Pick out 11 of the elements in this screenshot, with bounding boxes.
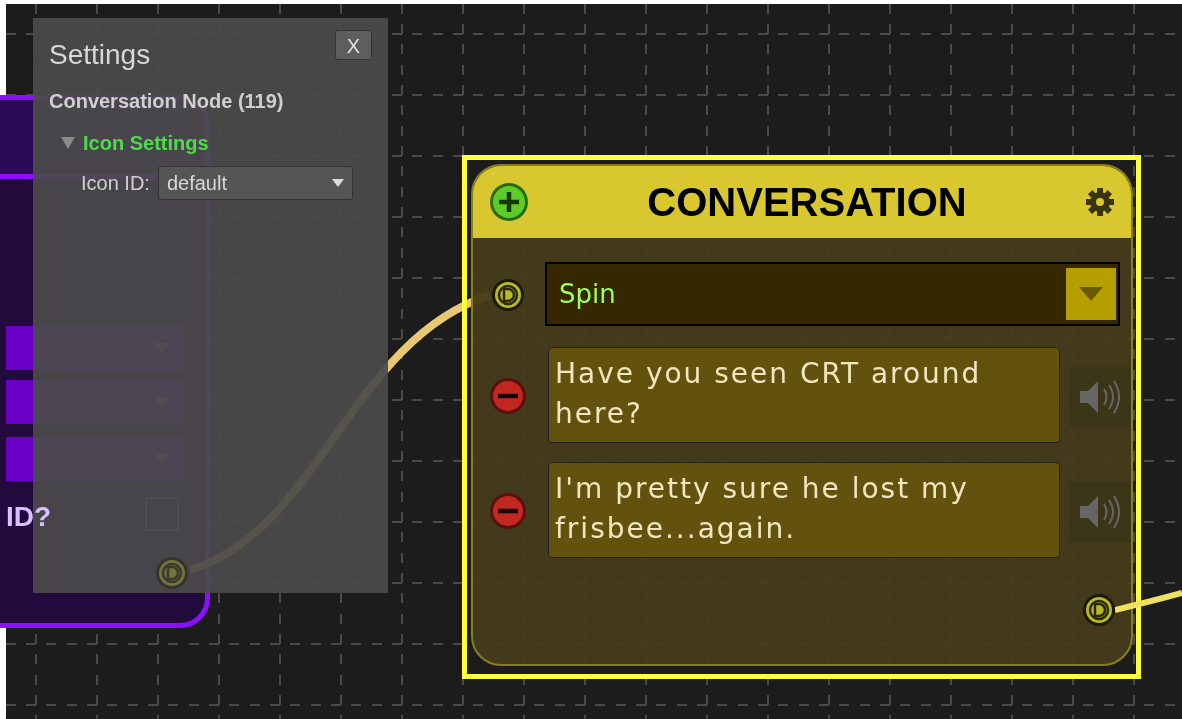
node-name: Conversation Node (119) (49, 89, 285, 114)
dialogue-text-field[interactable]: Have you seen CRT around here? (548, 347, 1060, 443)
node-title: CONVERSATION (647, 179, 967, 226)
dialogue-text-field[interactable]: I'm pretty sure he lost my frisbee...again. (548, 462, 1060, 558)
field-label: ID? (6, 500, 52, 534)
icon-id-dropdown[interactable]: default (157, 166, 353, 200)
close-button[interactable]: X (335, 30, 372, 60)
animation-dropdown[interactable]: Spin (545, 262, 1120, 326)
section-toggle[interactable]: Icon Settings (61, 128, 209, 158)
panel-title: Settings (49, 38, 151, 72)
field-label: Icon ID: (81, 171, 150, 196)
